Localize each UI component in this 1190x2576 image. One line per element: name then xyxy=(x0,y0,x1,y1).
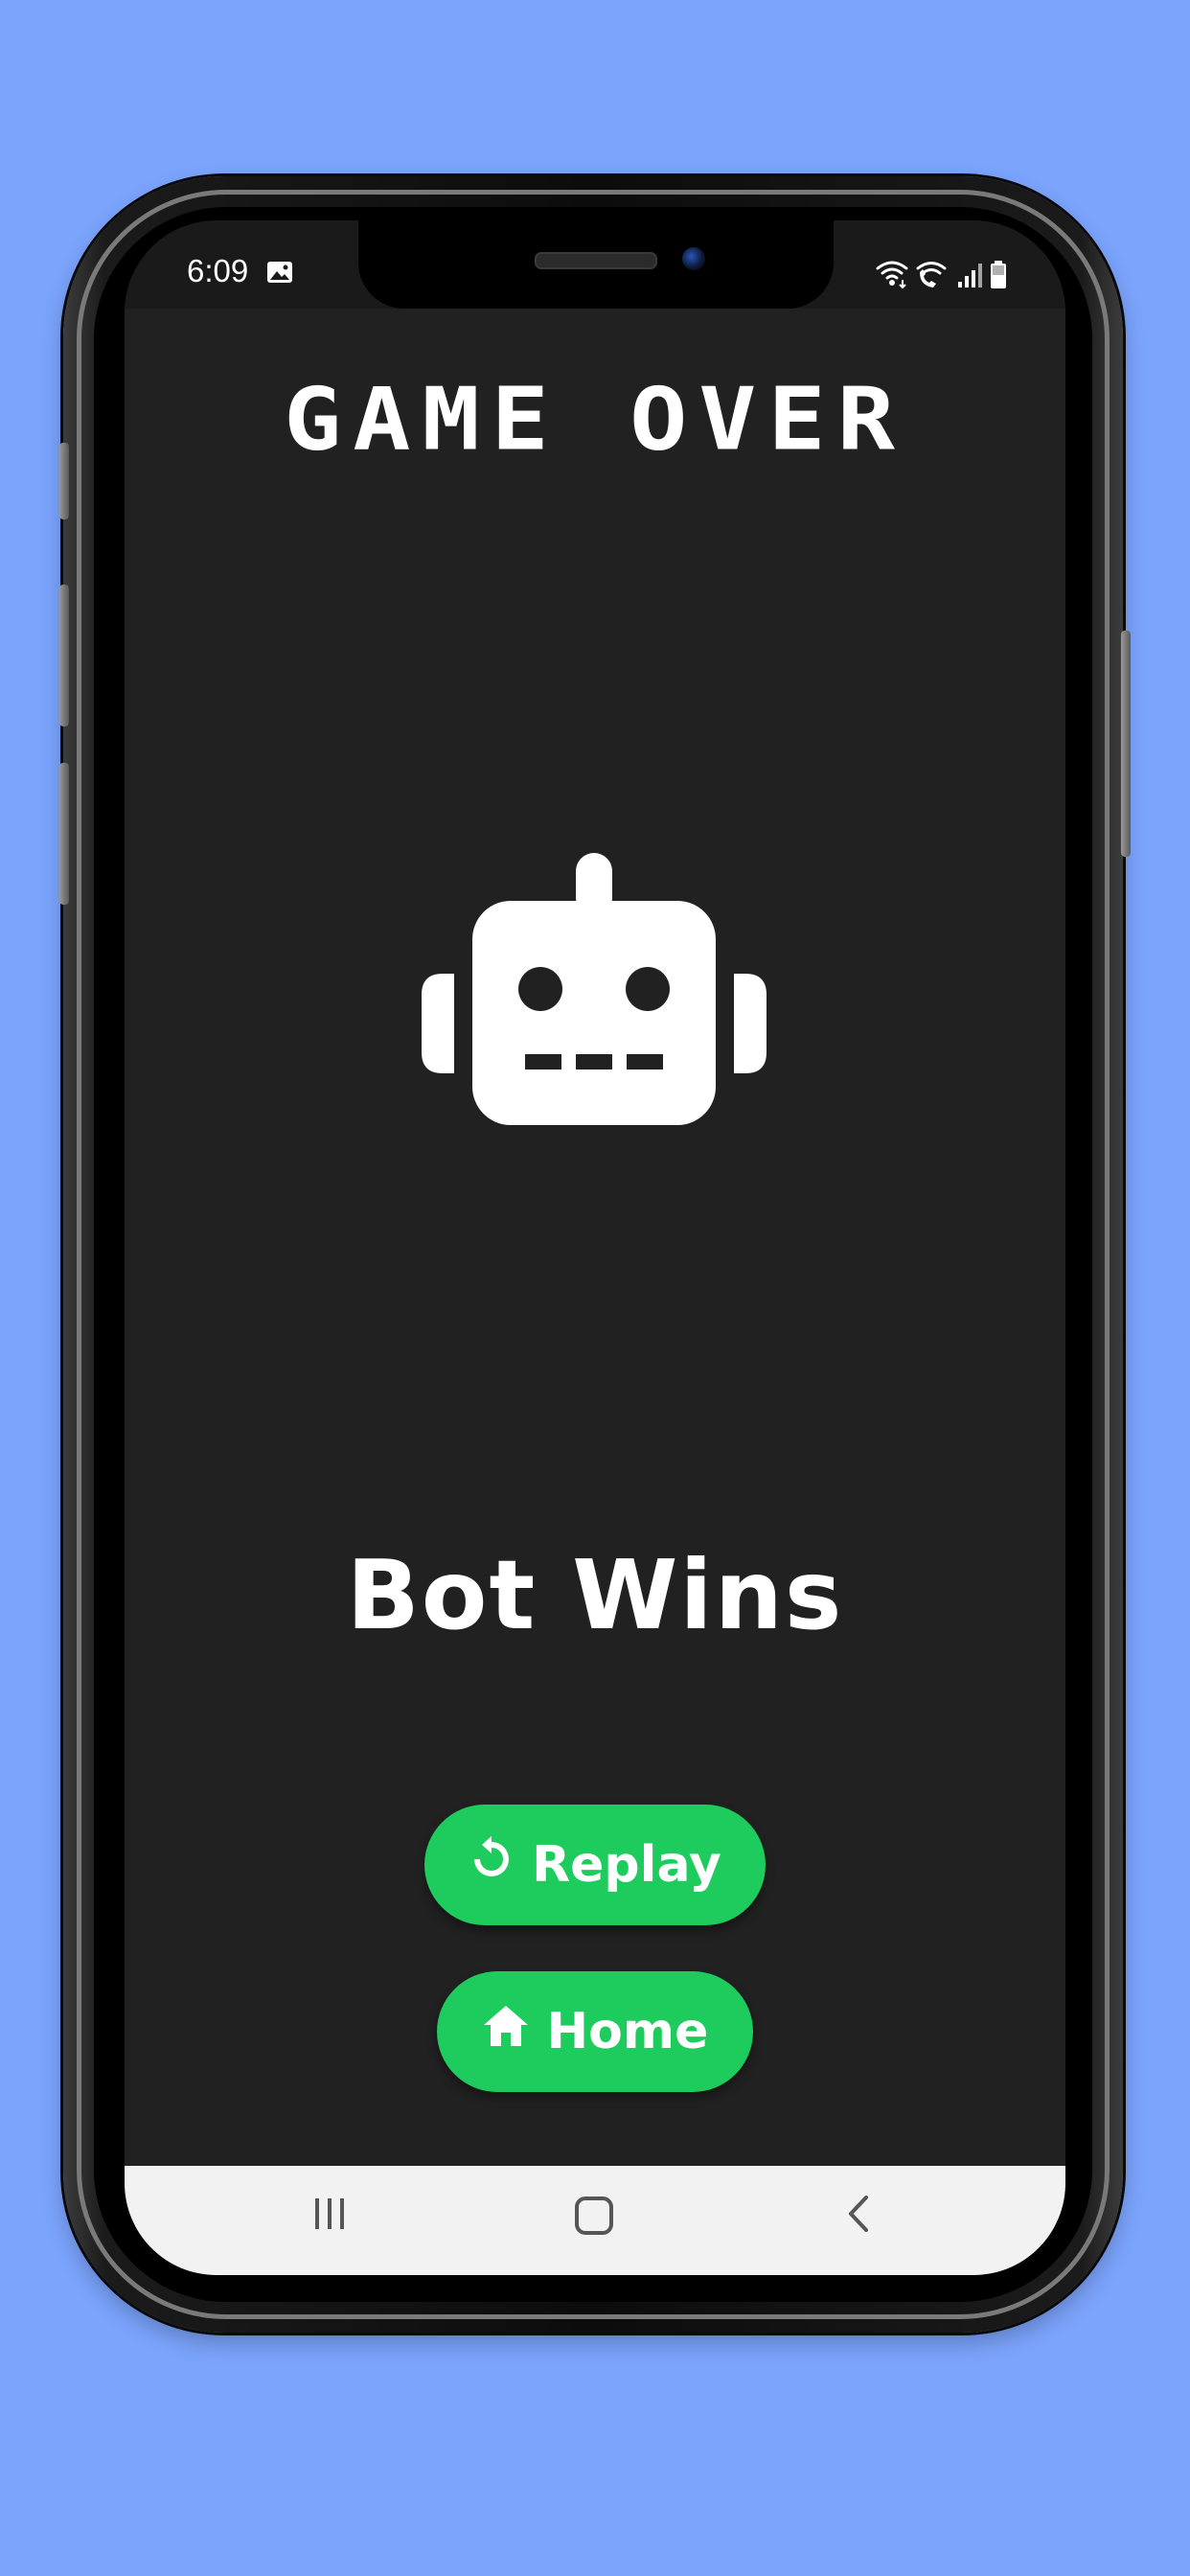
status-time: 6:09 xyxy=(187,253,249,288)
wifi-call-icon xyxy=(876,261,908,280)
earpiece-speaker xyxy=(535,252,657,269)
signal-icon xyxy=(958,264,982,288)
home-button-label: Home xyxy=(546,2003,709,2060)
home-nav-icon[interactable] xyxy=(573,2195,615,2242)
gallery-icon xyxy=(266,261,293,288)
status-icons xyxy=(876,259,1010,294)
side-button-top xyxy=(59,443,69,519)
back-icon[interactable] xyxy=(841,2195,876,2238)
power-button xyxy=(1121,631,1131,857)
home-button[interactable]: Home xyxy=(437,1971,753,2092)
navigation-bar xyxy=(125,2166,1065,2275)
status-bar: 6:09 xyxy=(125,220,1065,309)
result-text: Bot Wins xyxy=(346,1539,844,1651)
game-over-title: GAME OVER xyxy=(284,368,906,471)
front-camera xyxy=(682,247,705,270)
volume-up-button xyxy=(59,585,69,726)
volume-down-button xyxy=(59,763,69,905)
replay-button-label: Replay xyxy=(532,1836,721,1894)
battery-icon xyxy=(991,261,1006,288)
robot-icon xyxy=(422,853,767,1136)
replay-icon xyxy=(469,1835,515,1895)
recent-apps-icon[interactable] xyxy=(310,2195,349,2238)
home-icon xyxy=(482,2003,530,2060)
replay-button[interactable]: Replay xyxy=(424,1805,766,1925)
app-screen: 6:09 GAME OVER Bot Wins Replay Home xyxy=(125,220,1065,2275)
